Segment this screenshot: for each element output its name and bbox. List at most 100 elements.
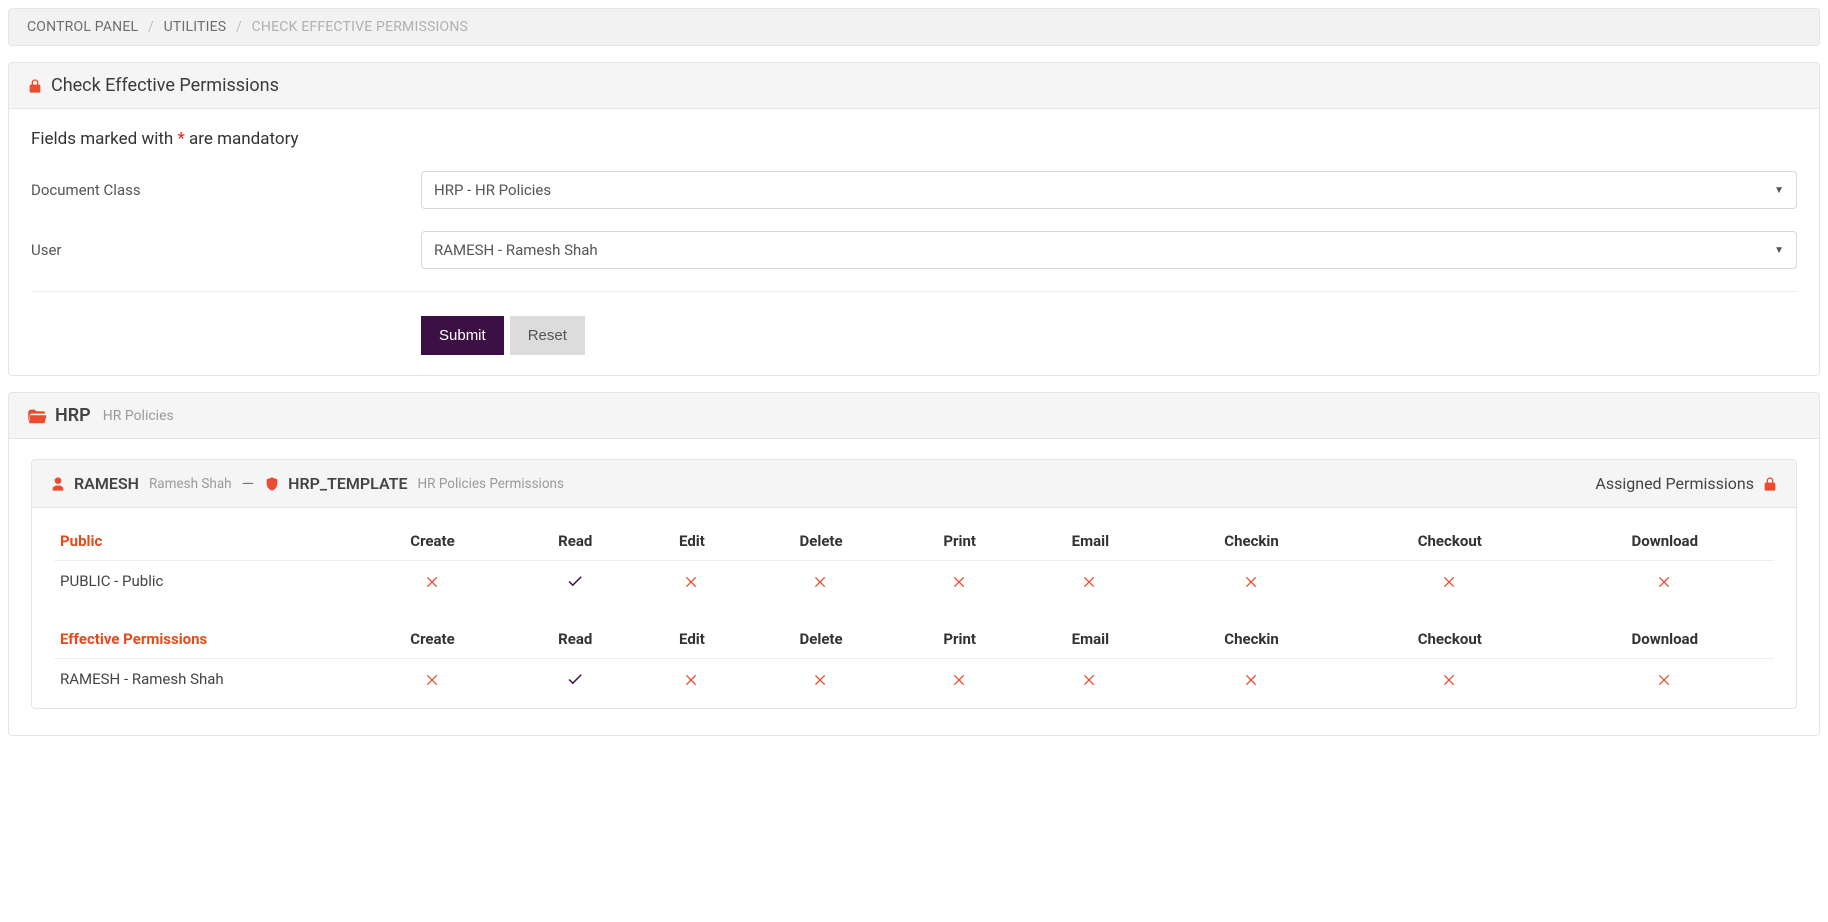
perm-denied bbox=[639, 561, 744, 601]
perm-denied bbox=[744, 561, 897, 601]
user-name: Ramesh Shah bbox=[149, 476, 232, 492]
assigned-permissions: Assigned Permissions bbox=[1595, 474, 1778, 493]
folder-open-icon bbox=[27, 408, 47, 424]
x-icon bbox=[1657, 574, 1673, 590]
perm-allowed bbox=[511, 659, 639, 707]
breadcrumb-sep: / bbox=[142, 19, 160, 35]
panel-body: Fields marked with * are mandatory Docum… bbox=[9, 109, 1819, 375]
perm-header: Email bbox=[1022, 522, 1159, 561]
x-icon bbox=[952, 672, 968, 688]
chevron-down-icon: ▼ bbox=[1774, 245, 1784, 256]
perm-header: Read bbox=[511, 522, 639, 561]
user-code: RAMESH bbox=[74, 474, 139, 493]
perm-denied bbox=[354, 561, 511, 601]
form-row-document-class: Document Class HRP - HR Policies ▼ bbox=[31, 171, 1797, 209]
perm-header: Create bbox=[354, 522, 511, 561]
panel-check-effective-permissions: Check Effective Permissions Fields marke… bbox=[8, 62, 1820, 376]
perm-header: Create bbox=[354, 620, 511, 659]
perm-denied bbox=[744, 659, 897, 707]
label-document-class: Document Class bbox=[31, 181, 421, 199]
perm-header: Print bbox=[898, 620, 1022, 659]
perm-header: Edit bbox=[639, 620, 744, 659]
template-code: HRP_TEMPLATE bbox=[288, 474, 407, 493]
perm-header: Print bbox=[898, 522, 1022, 561]
perm-denied bbox=[1159, 659, 1344, 707]
assigned-permissions-label: Assigned Permissions bbox=[1595, 474, 1754, 493]
perm-header: Download bbox=[1556, 522, 1774, 561]
mandatory-suffix: are mandatory bbox=[185, 129, 299, 149]
x-icon bbox=[1244, 574, 1260, 590]
breadcrumb-sep: / bbox=[230, 19, 248, 35]
x-icon bbox=[1657, 672, 1673, 688]
check-icon bbox=[566, 572, 584, 590]
perm-denied bbox=[639, 659, 744, 707]
check-icon bbox=[566, 670, 584, 688]
lock-icon bbox=[27, 78, 43, 94]
panel-heading: Check Effective Permissions bbox=[9, 63, 1819, 109]
mandatory-note: Fields marked with * are mandatory bbox=[31, 129, 1797, 149]
panel-title: Check Effective Permissions bbox=[51, 75, 279, 96]
x-icon bbox=[1244, 672, 1260, 688]
perm-denied bbox=[1022, 561, 1159, 601]
chevron-down-icon: ▼ bbox=[1774, 185, 1784, 196]
reset-button[interactable]: Reset bbox=[510, 316, 585, 355]
perm-denied bbox=[1159, 561, 1344, 601]
x-icon bbox=[952, 574, 968, 590]
perm-header: Checkin bbox=[1159, 522, 1344, 561]
inner-card: RAMESH Ramesh Shah — HRP_TEMPLATE HR Pol… bbox=[31, 459, 1797, 709]
x-icon bbox=[813, 672, 829, 688]
shield-icon bbox=[264, 476, 280, 492]
form-row-user: User RAMESH - Ramesh Shah ▼ bbox=[31, 231, 1797, 269]
breadcrumb-current: CHECK EFFECTIVE PERMISSIONS bbox=[252, 19, 468, 35]
x-icon bbox=[1082, 672, 1098, 688]
x-icon bbox=[425, 672, 441, 688]
select-user[interactable]: RAMESH - Ramesh Shah ▼ bbox=[421, 231, 1797, 269]
x-icon bbox=[684, 574, 700, 590]
perm-row-label: RAMESH - Ramesh Shah bbox=[54, 659, 354, 707]
mandatory-prefix: Fields marked with bbox=[31, 129, 178, 149]
perm-header: Edit bbox=[639, 522, 744, 561]
inner-heading: RAMESH Ramesh Shah — HRP_TEMPLATE HR Pol… bbox=[32, 460, 1796, 508]
x-icon bbox=[684, 672, 700, 688]
user-icon bbox=[50, 476, 66, 492]
permissions-table: PublicCreateReadEditDeletePrintEmailChec… bbox=[54, 522, 1774, 706]
perm-denied bbox=[1022, 659, 1159, 707]
group-title: Public bbox=[54, 522, 354, 561]
select-document-class-value: HRP - HR Policies bbox=[434, 181, 551, 199]
perm-header: Checkout bbox=[1344, 620, 1556, 659]
perm-header: Read bbox=[511, 620, 639, 659]
breadcrumb-control-panel[interactable]: CONTROL PANEL bbox=[27, 19, 138, 35]
perm-denied bbox=[1344, 659, 1556, 707]
perm-header: Checkout bbox=[1344, 522, 1556, 561]
x-icon bbox=[813, 574, 829, 590]
permissions-block: PublicCreateReadEditDeletePrintEmailChec… bbox=[32, 522, 1796, 706]
result-heading: HRP HR Policies bbox=[9, 393, 1819, 439]
group-title: Effective Permissions bbox=[54, 620, 354, 659]
perm-header: Checkin bbox=[1159, 620, 1344, 659]
select-user-value: RAMESH - Ramesh Shah bbox=[434, 241, 598, 259]
lock-icon bbox=[1762, 476, 1778, 492]
perm-denied bbox=[1556, 659, 1774, 707]
label-user: User bbox=[31, 241, 421, 259]
panel-result: HRP HR Policies RAMESH Ramesh Shah — HRP… bbox=[8, 392, 1820, 736]
result-name: HR Policies bbox=[103, 408, 174, 424]
perm-denied bbox=[1556, 561, 1774, 601]
result-body: RAMESH Ramesh Shah — HRP_TEMPLATE HR Pol… bbox=[9, 439, 1819, 735]
perm-denied bbox=[1344, 561, 1556, 601]
perm-denied bbox=[898, 561, 1022, 601]
x-icon bbox=[425, 574, 441, 590]
result-code: HRP bbox=[55, 405, 91, 426]
x-icon bbox=[1442, 574, 1458, 590]
submit-button[interactable]: Submit bbox=[421, 316, 504, 355]
breadcrumb: CONTROL PANEL / UTILITIES / CHECK EFFECT… bbox=[8, 8, 1820, 46]
perm-row-label: PUBLIC - Public bbox=[54, 561, 354, 601]
breadcrumb-utilities[interactable]: UTILITIES bbox=[164, 19, 227, 35]
select-document-class[interactable]: HRP - HR Policies ▼ bbox=[421, 171, 1797, 209]
perm-denied bbox=[354, 659, 511, 707]
x-icon bbox=[1082, 574, 1098, 590]
perm-allowed bbox=[511, 561, 639, 601]
button-row: Submit Reset bbox=[421, 316, 1797, 355]
perm-header: Delete bbox=[744, 522, 897, 561]
dash-sep: — bbox=[240, 474, 257, 493]
mandatory-asterisk: * bbox=[178, 129, 185, 149]
